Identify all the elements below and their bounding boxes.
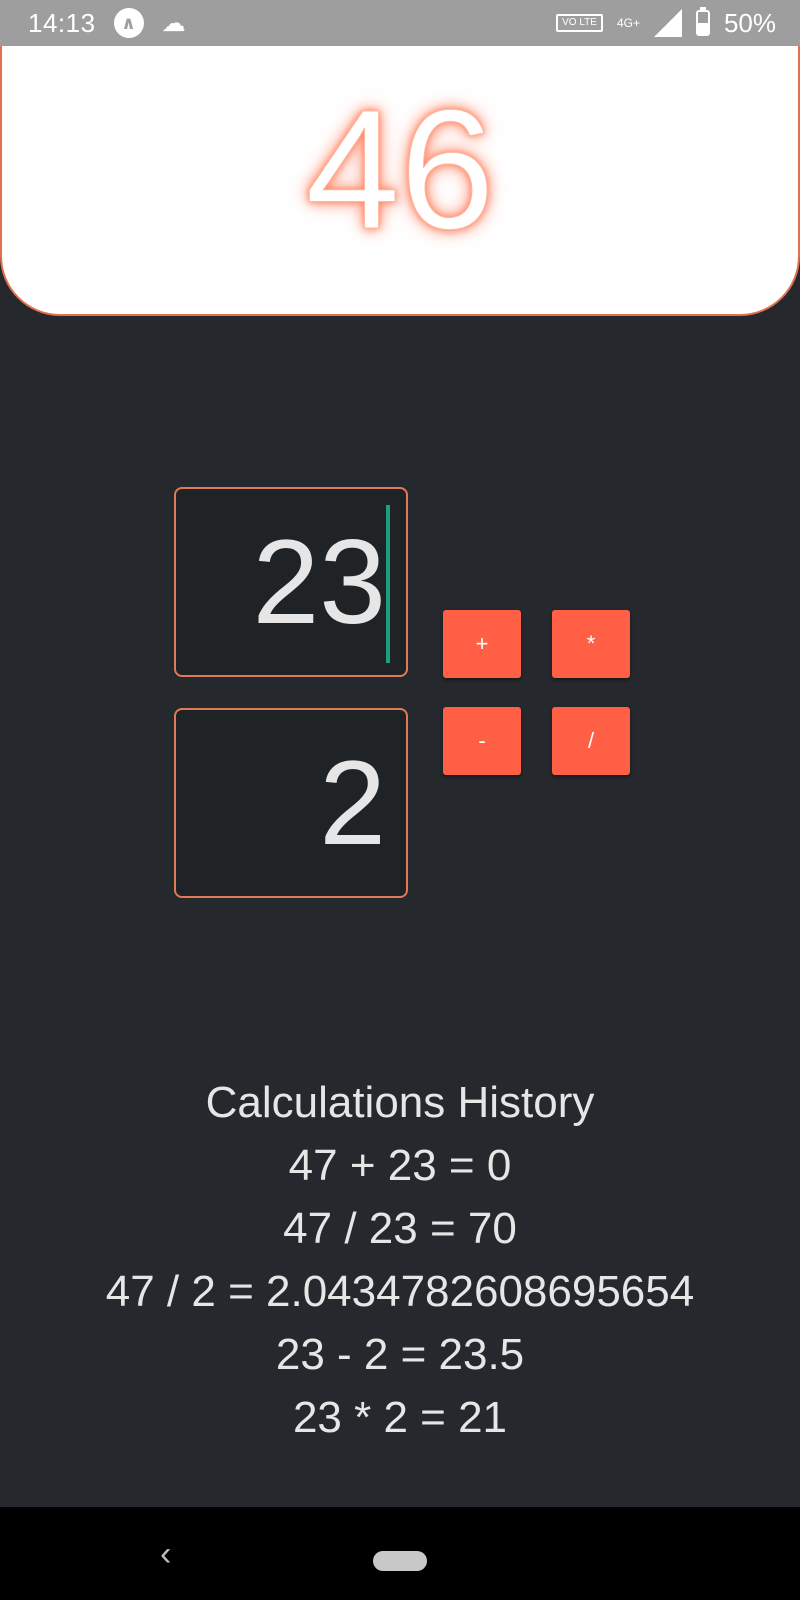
text-caret — [386, 505, 390, 663]
add-button[interactable]: + — [443, 610, 521, 678]
status-left: 14:13 ∧ ☁ — [28, 8, 186, 39]
second-number-input[interactable]: 2 — [174, 708, 408, 898]
status-time: 14:13 — [28, 7, 96, 38]
result-card: 46 — [0, 46, 800, 316]
battery-icon — [695, 7, 710, 36]
status-right: VO LTE 4G+ 50% — [556, 7, 776, 39]
history-title: Calculations History — [205, 1078, 595, 1127]
sync-icon: ☁ — [161, 9, 186, 37]
second-number-value: 2 — [319, 736, 386, 870]
result-value: 46 — [305, 75, 495, 265]
history-item: 47 + 23 = 0 — [288, 1141, 512, 1190]
first-number-value: 23 — [252, 515, 386, 649]
signal-icon — [653, 9, 682, 37]
first-number-input[interactable]: 23 — [174, 487, 408, 677]
app-notification-icon: ∧ — [113, 8, 144, 38]
back-icon[interactable]: ‹ — [160, 1535, 171, 1574]
status-bar: 14:13 ∧ ☁ VO LTE 4G+ 50% — [0, 0, 800, 46]
navigation-bar: ‹ — [0, 1507, 800, 1600]
subtract-button[interactable]: - — [443, 707, 521, 775]
multiply-button[interactable]: * — [552, 610, 630, 678]
home-pill-icon[interactable] — [373, 1551, 427, 1571]
calculations-history: Calculations History 47 + 23 = 0 47 / 23… — [0, 1072, 800, 1449]
divide-button[interactable]: / — [552, 707, 630, 775]
history-item: 23 * 2 = 21 — [292, 1393, 508, 1442]
battery-percent: 50% — [723, 7, 776, 38]
history-item: 47 / 2 = 2.0434782608695654 — [105, 1267, 695, 1316]
history-item: 23 - 2 = 23.5 — [275, 1330, 525, 1379]
history-item: 47 / 23 = 70 — [283, 1204, 517, 1253]
volte-icon: VO LTE — [556, 14, 603, 32]
network-type-icon: 4G+ — [616, 16, 640, 30]
